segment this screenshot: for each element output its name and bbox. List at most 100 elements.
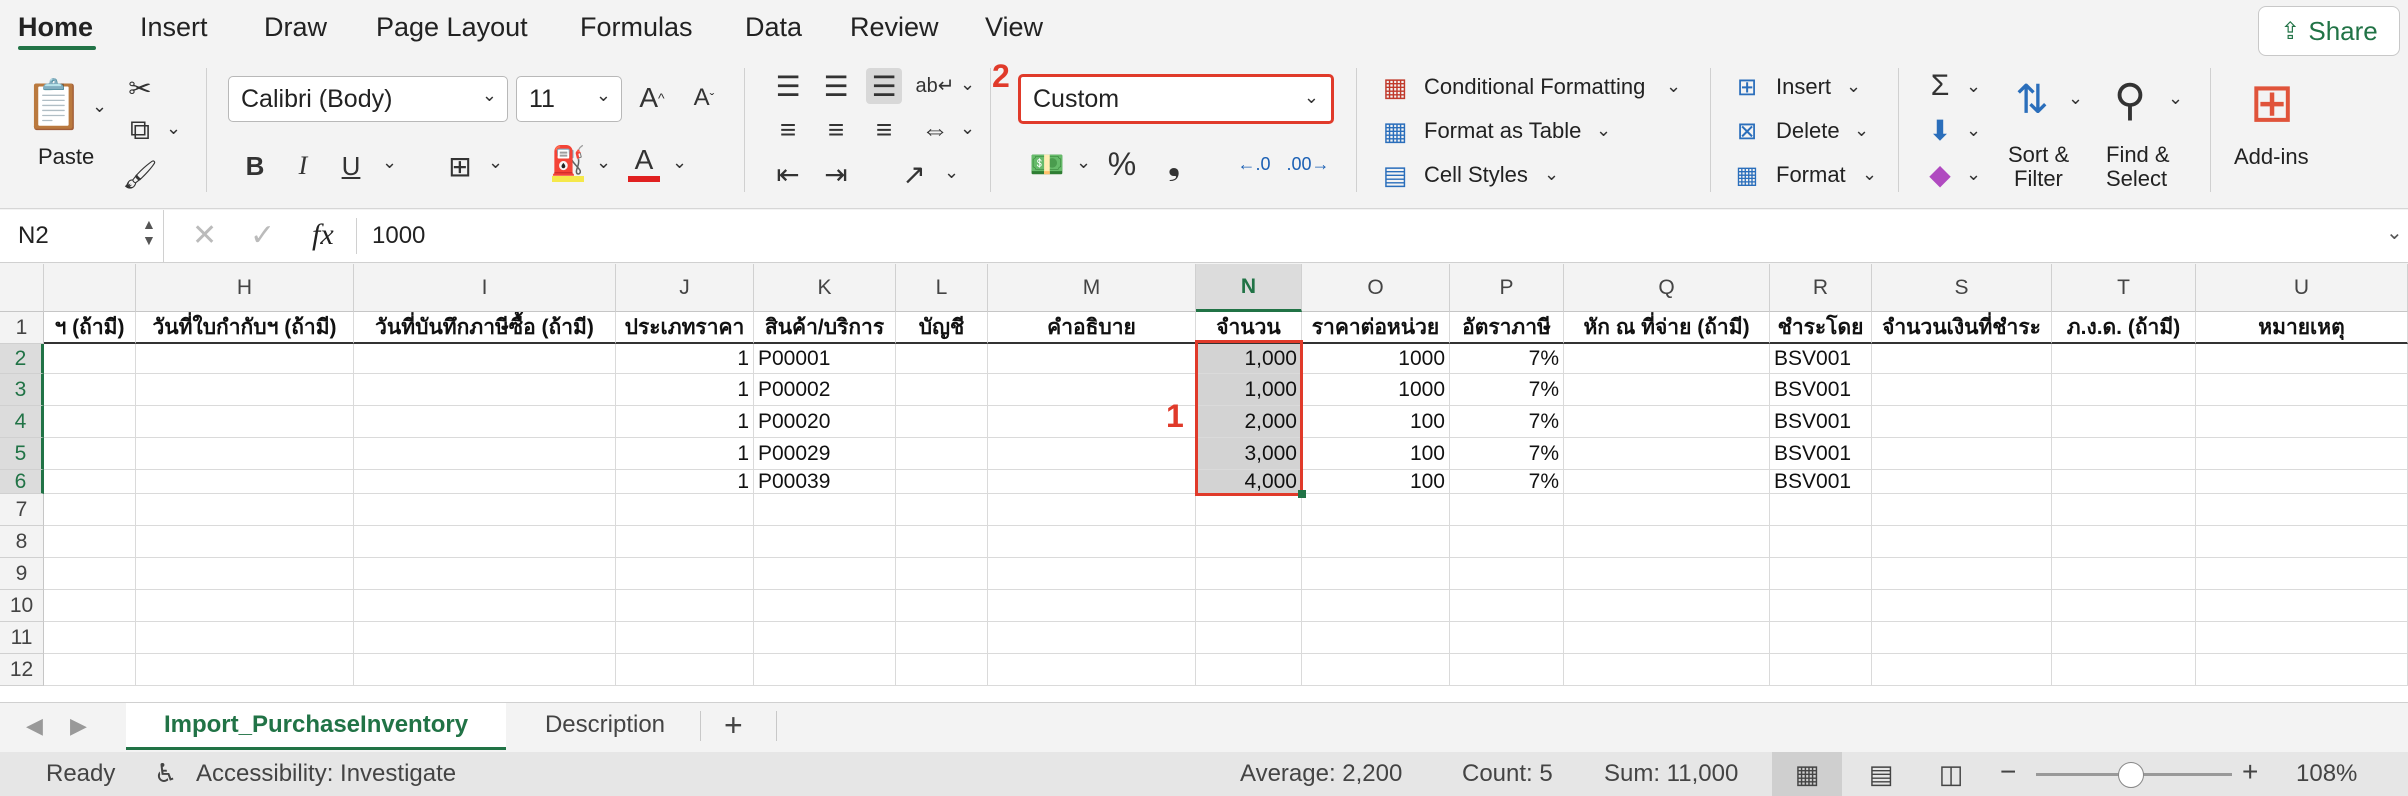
table-cell[interactable] [896,438,988,470]
table-cell[interactable] [1302,590,1450,622]
table-cell[interactable] [44,438,136,470]
table-cell[interactable] [2196,622,2408,654]
table-cell[interactable]: 1000 [1302,374,1450,406]
tab-page-layout[interactable]: Page Layout [376,12,528,43]
table-cell[interactable] [1770,654,1872,686]
font-size-dropdown[interactable]: 11 ⌄ [516,76,622,122]
table-cell[interactable] [988,558,1196,590]
table-cell[interactable] [1872,344,2052,374]
clear-icon[interactable]: ◆ [1922,156,1958,192]
table-cell[interactable] [1450,622,1564,654]
column-header[interactable]: J [616,264,754,312]
tab-data[interactable]: Data [745,12,802,43]
column-header[interactable]: I [354,264,616,312]
align-right-icon[interactable]: ≡ [866,112,902,148]
column-header[interactable]: O [1302,264,1450,312]
column-header[interactable]: R [1770,264,1872,312]
percent-button[interactable]: % [1102,144,1142,184]
table-cell[interactable] [354,406,616,438]
table-cell[interactable]: 1000 [1302,344,1450,374]
table-cell[interactable] [2196,374,2408,406]
column-title-cell[interactable]: ฯ (ถ้ามี) [44,312,136,344]
align-center-icon[interactable]: ≡ [818,112,854,148]
table-cell[interactable] [2052,344,2196,374]
table-cell[interactable]: 3,000 [1196,438,1302,470]
zoom-slider-handle[interactable] [2118,762,2144,788]
table-cell[interactable] [1872,590,2052,622]
column-title-cell[interactable]: วันที่ใบกำกับฯ (ถ้ามี) [136,312,354,344]
column-header[interactable]: M [988,264,1196,312]
spreadsheet-grid[interactable]: H I J K L M N O P Q R S T U 1 2 3 4 5 6 7 8 9 10 11 12 ฯ (ถ้ามี) วั… [0,264,2408,702]
table-cell[interactable] [2052,654,2196,686]
table-cell[interactable] [354,374,616,406]
row-header[interactable]: 2 [0,344,44,374]
number-format-dropdown[interactable]: Custom ⌄ [1018,74,1334,124]
paste-icon[interactable]: 📋 [24,72,84,136]
table-cell[interactable] [136,374,354,406]
table-cell[interactable] [988,344,1196,374]
table-cell[interactable]: 1,000 [1196,344,1302,374]
share-button[interactable]: ⇪ Share [2258,6,2400,56]
table-cell[interactable] [988,526,1196,558]
row-header[interactable]: 3 [0,374,44,406]
borders-icon[interactable]: ⊞ [442,146,478,186]
add-ins-icon[interactable]: ⊞ [2244,72,2300,133]
accessibility-icon[interactable]: ♿ [154,758,177,789]
find-select-icon[interactable]: ⚲ [2098,68,2162,132]
autosum-icon[interactable]: Σ [1922,68,1958,104]
column-header[interactable]: S [1872,264,2052,312]
column-header[interactable] [44,264,136,312]
select-all-corner[interactable] [0,264,44,312]
table-cell[interactable] [44,558,136,590]
table-cell[interactable] [136,558,354,590]
table-cell[interactable] [1872,470,2052,494]
font-name-dropdown[interactable]: Calibri (Body) ⌄ [228,76,508,122]
table-cell[interactable] [1564,558,1770,590]
table-cell[interactable] [354,590,616,622]
find-select-label-2[interactable]: Select [2106,166,2167,192]
increase-indent-icon[interactable]: ⇥ [818,156,854,192]
zoom-in-button[interactable]: + [2242,756,2258,788]
table-cell[interactable] [1872,406,2052,438]
increase-font-icon[interactable]: A ^ [632,78,672,118]
insert-cells-icon[interactable]: ⊞ [1730,70,1764,104]
column-title-cell[interactable]: คำอธิบาย [988,312,1196,344]
decrease-indent-icon[interactable]: ⇤ [770,156,806,192]
column-header[interactable]: T [2052,264,2196,312]
table-cell[interactable] [354,470,616,494]
table-cell[interactable] [896,494,988,526]
format-cells-chevron-icon[interactable]: ⌄ [1862,164,1877,185]
column-title-cell[interactable]: ประเภทราคา [616,312,754,344]
paste-label[interactable]: Paste [38,144,94,170]
table-cell[interactable] [2052,438,2196,470]
table-cell[interactable] [2196,526,2408,558]
add-ins-label[interactable]: Add-ins [2234,144,2309,170]
delete-cells-label[interactable]: Delete [1776,118,1840,144]
sheet-tab-description[interactable]: Description [510,703,700,747]
conditional-formatting-chevron-icon[interactable]: ⌄ [1666,76,1681,97]
table-cell[interactable] [354,526,616,558]
name-box[interactable]: N2 [0,210,164,262]
row-header[interactable]: 6 [0,470,44,494]
fill-color-icon[interactable]: ⛽ [550,142,586,178]
table-cell[interactable] [754,558,896,590]
table-cell[interactable] [988,470,1196,494]
sort-filter-label-1[interactable]: Sort & [2008,142,2069,168]
page-layout-view-icon[interactable]: ▤ [1856,752,1906,796]
zoom-level[interactable]: 108% [2296,760,2357,788]
table-cell[interactable] [1196,526,1302,558]
table-cell[interactable] [754,494,896,526]
tab-review[interactable]: Review [850,12,939,43]
table-cell[interactable] [1872,558,2052,590]
tab-formulas[interactable]: Formulas [580,12,693,43]
table-cell[interactable] [2196,590,2408,622]
table-cell[interactable] [896,558,988,590]
table-cell[interactable] [354,558,616,590]
table-cell[interactable]: BSV001 [1770,374,1872,406]
table-cell[interactable] [354,494,616,526]
cell-styles-icon[interactable]: ▤ [1378,158,1412,192]
column-title-cell[interactable]: ราคาต่อหน่วย [1302,312,1450,344]
table-cell[interactable] [896,590,988,622]
align-top-icon[interactable]: ☰ [770,68,806,104]
row-header[interactable]: 7 [0,494,44,526]
